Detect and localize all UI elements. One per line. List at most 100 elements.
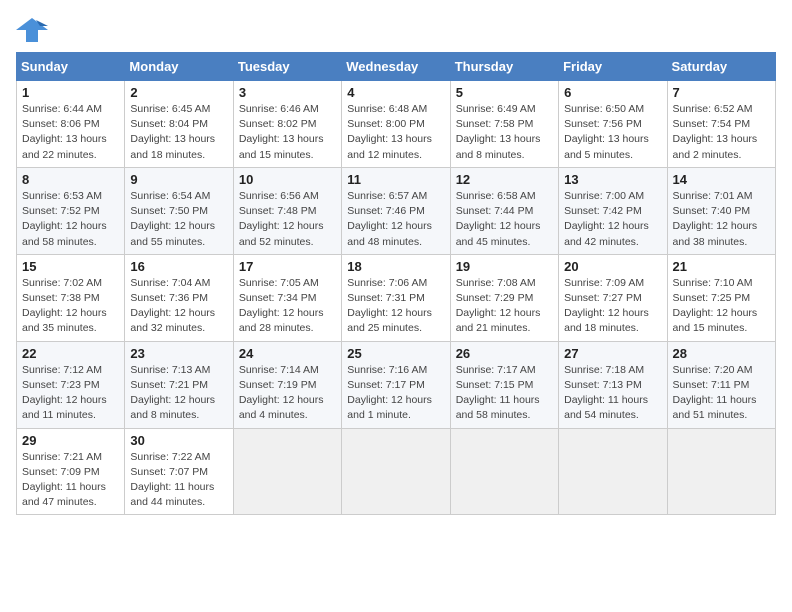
day-number: 7: [673, 85, 770, 100]
calendar-cell: 23Sunrise: 7:13 AMSunset: 7:21 PMDayligh…: [125, 341, 233, 428]
day-info: Sunrise: 6:57 AMSunset: 7:46 PMDaylight:…: [347, 189, 444, 250]
day-info: Sunrise: 7:16 AMSunset: 7:17 PMDaylight:…: [347, 363, 444, 424]
calendar-cell: [233, 428, 341, 515]
day-number: 14: [673, 172, 770, 187]
calendar-cell: 8 Sunrise: 6:53 AMSunset: 7:52 PMDaylight…: [17, 167, 125, 254]
day-number: 5: [456, 85, 553, 100]
day-info: Sunrise: 7:00 AMSunset: 7:42 PMDaylight:…: [564, 189, 661, 250]
logo-icon: [16, 16, 48, 44]
header-friday: Friday: [559, 53, 667, 81]
calendar-cell: 16 Sunrise: 7:04 AMSunset: 7:36 PMDayligh…: [125, 254, 233, 341]
calendar-table: SundayMondayTuesdayWednesdayThursdayFrid…: [16, 52, 776, 515]
day-number: 15: [22, 259, 119, 274]
calendar-cell: 10Sunrise: 6:56 AMSunset: 7:48 PMDayligh…: [233, 167, 341, 254]
calendar-cell: 20 Sunrise: 7:09 AMSunset: 7:27 PMDayligh…: [559, 254, 667, 341]
day-number: 27: [564, 346, 661, 361]
day-number: 9: [130, 172, 227, 187]
day-info: Sunrise: 6:50 AMSunset: 7:56 PMDaylight:…: [564, 102, 661, 163]
calendar-cell: 24 Sunrise: 7:14 AMSunset: 7:19 PMDayligh…: [233, 341, 341, 428]
day-info: Sunrise: 7:10 AMSunset: 7:25 PMDaylight:…: [673, 276, 770, 337]
day-info: Sunrise: 7:14 AMSunset: 7:19 PMDaylight:…: [239, 363, 336, 424]
day-info: Sunrise: 7:05 AMSunset: 7:34 PMDaylight:…: [239, 276, 336, 337]
day-info: Sunrise: 6:45 AMSunset: 8:04 PMDaylight:…: [130, 102, 227, 163]
calendar-cell: 22 Sunrise: 7:12 AMSunset: 7:23 PMDayligh…: [17, 341, 125, 428]
day-info: Sunrise: 7:01 AMSunset: 7:40 PMDaylight:…: [673, 189, 770, 250]
day-info: Sunrise: 6:52 AMSunset: 7:54 PMDaylight:…: [673, 102, 770, 163]
day-info: Sunrise: 7:04 AMSunset: 7:36 PMDaylight:…: [130, 276, 227, 337]
day-number: 28: [673, 346, 770, 361]
day-info: Sunrise: 7:02 AMSunset: 7:38 PMDaylight:…: [22, 276, 119, 337]
day-number: 6: [564, 85, 661, 100]
calendar-cell: 18 Sunrise: 7:06 AMSunset: 7:31 PMDayligh…: [342, 254, 450, 341]
calendar-week-row: 15 Sunrise: 7:02 AMSunset: 7:38 PMDayligh…: [17, 254, 776, 341]
day-number: 3: [239, 85, 336, 100]
calendar-cell: 7 Sunrise: 6:52 AMSunset: 7:54 PMDaylight…: [667, 81, 775, 168]
calendar-cell: 12 Sunrise: 6:58 AMSunset: 7:44 PMDayligh…: [450, 167, 558, 254]
day-number: 18: [347, 259, 444, 274]
day-number: 2: [130, 85, 227, 100]
calendar-cell: 13 Sunrise: 7:00 AMSunset: 7:42 PMDayligh…: [559, 167, 667, 254]
calendar-cell: 9 Sunrise: 6:54 AMSunset: 7:50 PMDaylight…: [125, 167, 233, 254]
calendar-cell: [559, 428, 667, 515]
day-number: 21: [673, 259, 770, 274]
calendar-cell: 17 Sunrise: 7:05 AMSunset: 7:34 PMDayligh…: [233, 254, 341, 341]
day-info: Sunrise: 7:06 AMSunset: 7:31 PMDaylight:…: [347, 276, 444, 337]
header-monday: Monday: [125, 53, 233, 81]
day-number: 24: [239, 346, 336, 361]
calendar-week-row: 8 Sunrise: 6:53 AMSunset: 7:52 PMDaylight…: [17, 167, 776, 254]
calendar-cell: 6 Sunrise: 6:50 AMSunset: 7:56 PMDaylight…: [559, 81, 667, 168]
calendar-cell: [342, 428, 450, 515]
day-info: Sunrise: 7:18 AMSunset: 7:13 PMDaylight:…: [564, 363, 661, 424]
day-info: Sunrise: 6:48 AMSunset: 8:00 PMDaylight:…: [347, 102, 444, 163]
day-number: 25: [347, 346, 444, 361]
calendar-cell: 29 Sunrise: 7:21 AMSunset: 7:09 PMDayligh…: [17, 428, 125, 515]
calendar-header-row: SundayMondayTuesdayWednesdayThursdayFrid…: [17, 53, 776, 81]
day-info: Sunrise: 7:08 AMSunset: 7:29 PMDaylight:…: [456, 276, 553, 337]
calendar-cell: 4Sunrise: 6:48 AMSunset: 8:00 PMDaylight…: [342, 81, 450, 168]
calendar-cell: 30Sunrise: 7:22 AMSunset: 7:07 PMDayligh…: [125, 428, 233, 515]
day-info: Sunrise: 6:49 AMSunset: 7:58 PMDaylight:…: [456, 102, 553, 163]
calendar-cell: [450, 428, 558, 515]
day-number: 17: [239, 259, 336, 274]
calendar-cell: 11Sunrise: 6:57 AMSunset: 7:46 PMDayligh…: [342, 167, 450, 254]
day-info: Sunrise: 7:22 AMSunset: 7:07 PMDaylight:…: [130, 450, 227, 511]
header-tuesday: Tuesday: [233, 53, 341, 81]
calendar-cell: 26 Sunrise: 7:17 AMSunset: 7:15 PMDayligh…: [450, 341, 558, 428]
day-info: Sunrise: 7:12 AMSunset: 7:23 PMDaylight:…: [22, 363, 119, 424]
day-number: 8: [22, 172, 119, 187]
page-header: [16, 16, 776, 44]
header-sunday: Sunday: [17, 53, 125, 81]
day-info: Sunrise: 6:56 AMSunset: 7:48 PMDaylight:…: [239, 189, 336, 250]
header-wednesday: Wednesday: [342, 53, 450, 81]
calendar-cell: 14 Sunrise: 7:01 AMSunset: 7:40 PMDayligh…: [667, 167, 775, 254]
day-number: 22: [22, 346, 119, 361]
calendar-cell: 19Sunrise: 7:08 AMSunset: 7:29 PMDayligh…: [450, 254, 558, 341]
calendar-cell: 2 Sunrise: 6:45 AMSunset: 8:04 PMDaylight…: [125, 81, 233, 168]
day-number: 20: [564, 259, 661, 274]
day-info: Sunrise: 7:09 AMSunset: 7:27 PMDaylight:…: [564, 276, 661, 337]
logo: [16, 16, 52, 44]
calendar-cell: 28 Sunrise: 7:20 AMSunset: 7:11 PMDayligh…: [667, 341, 775, 428]
day-info: Sunrise: 6:54 AMSunset: 7:50 PMDaylight:…: [130, 189, 227, 250]
day-number: 13: [564, 172, 661, 187]
calendar-week-row: 1 Sunrise: 6:44 AMSunset: 8:06 PMDaylight…: [17, 81, 776, 168]
day-number: 26: [456, 346, 553, 361]
day-number: 16: [130, 259, 227, 274]
day-number: 29: [22, 433, 119, 448]
day-info: Sunrise: 7:21 AMSunset: 7:09 PMDaylight:…: [22, 450, 119, 511]
day-info: Sunrise: 7:17 AMSunset: 7:15 PMDaylight:…: [456, 363, 553, 424]
calendar-week-row: 22 Sunrise: 7:12 AMSunset: 7:23 PMDayligh…: [17, 341, 776, 428]
calendar-cell: [667, 428, 775, 515]
day-number: 12: [456, 172, 553, 187]
calendar-cell: 5 Sunrise: 6:49 AMSunset: 7:58 PMDaylight…: [450, 81, 558, 168]
calendar-cell: 27 Sunrise: 7:18 AMSunset: 7:13 PMDayligh…: [559, 341, 667, 428]
day-info: Sunrise: 7:20 AMSunset: 7:11 PMDaylight:…: [673, 363, 770, 424]
day-info: Sunrise: 6:44 AMSunset: 8:06 PMDaylight:…: [22, 102, 119, 163]
day-info: Sunrise: 6:53 AMSunset: 7:52 PMDaylight:…: [22, 189, 119, 250]
day-info: Sunrise: 7:13 AMSunset: 7:21 PMDaylight:…: [130, 363, 227, 424]
header-thursday: Thursday: [450, 53, 558, 81]
calendar-cell: 3Sunrise: 6:46 AMSunset: 8:02 PMDaylight…: [233, 81, 341, 168]
day-number: 1: [22, 85, 119, 100]
calendar-cell: 21 Sunrise: 7:10 AMSunset: 7:25 PMDayligh…: [667, 254, 775, 341]
day-info: Sunrise: 6:58 AMSunset: 7:44 PMDaylight:…: [456, 189, 553, 250]
